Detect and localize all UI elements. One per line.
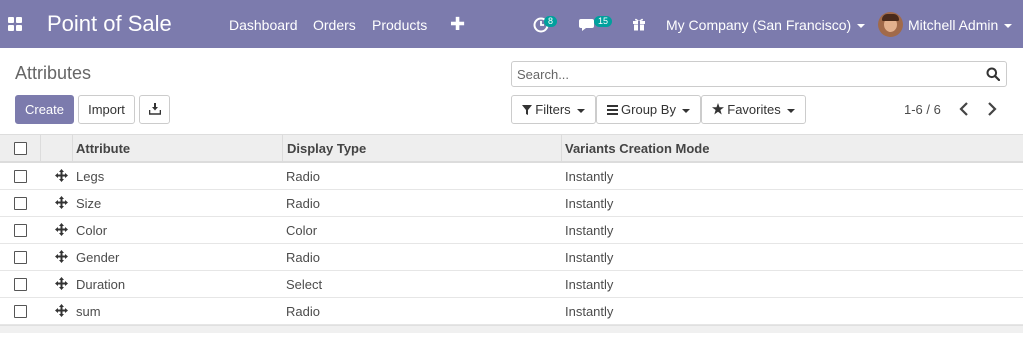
drag-handle-icon[interactable] xyxy=(55,250,68,263)
cell-attribute: Duration xyxy=(76,277,126,292)
cell-variants-creation-mode: Instantly xyxy=(565,250,614,265)
menu-orders[interactable]: Orders xyxy=(313,17,356,33)
favorites-label: Favorites xyxy=(727,102,781,117)
drag-handle-icon[interactable] xyxy=(55,277,68,290)
drag-handle-icon[interactable] xyxy=(55,169,68,182)
gift-menu[interactable] xyxy=(632,14,648,34)
filters-label: Filters xyxy=(535,102,571,117)
drag-handle-icon[interactable] xyxy=(55,223,68,236)
activity-badge: 8 xyxy=(544,16,558,27)
search-icon[interactable] xyxy=(986,67,1000,81)
breadcrumb: Attributes xyxy=(15,63,92,83)
group-by-button[interactable]: Group By xyxy=(596,95,701,124)
list-icon xyxy=(607,105,619,115)
chevron-right-icon[interactable] xyxy=(985,101,999,117)
row-checkbox[interactable] xyxy=(14,170,27,183)
cell-attribute: Legs xyxy=(76,169,105,184)
app-brand[interactable]: Point of Sale xyxy=(47,10,172,38)
table-row[interactable]: Legs Radio Instantly xyxy=(0,163,1023,190)
import-button[interactable]: Import xyxy=(78,95,135,124)
table-row[interactable]: Color Color Instantly xyxy=(0,217,1023,244)
cell-display-type: Radio xyxy=(286,169,320,184)
messages-badge: 15 xyxy=(594,16,613,27)
search-input[interactable] xyxy=(517,62,977,86)
search-box xyxy=(511,61,1007,87)
row-checkbox[interactable] xyxy=(14,224,27,237)
chevron-down-icon xyxy=(1004,24,1013,29)
select-all-checkbox[interactable] xyxy=(14,142,27,155)
filters-button[interactable]: Filters xyxy=(511,95,596,124)
filter-icon xyxy=(522,105,533,115)
cell-attribute: Size xyxy=(76,196,102,211)
chevron-left-icon[interactable] xyxy=(957,101,971,117)
drag-handle-icon[interactable] xyxy=(55,196,68,209)
favorites-button[interactable]: Favorites xyxy=(701,95,806,124)
group-by-label: Group By xyxy=(621,102,676,117)
cell-attribute: sum xyxy=(76,304,101,319)
table-row[interactable]: sum Radio Instantly xyxy=(0,298,1023,325)
cell-variants-creation-mode: Instantly xyxy=(565,223,614,238)
user-name: Mitchell Admin xyxy=(908,17,999,33)
cell-variants-creation-mode: Instantly xyxy=(565,169,614,184)
chevron-down-icon xyxy=(857,24,866,29)
cell-display-type: Radio xyxy=(286,196,320,211)
column-header-display-type[interactable]: Display Type xyxy=(287,141,366,157)
table-row[interactable]: Size Radio Instantly xyxy=(0,190,1023,217)
activity-menu[interactable]: 8 xyxy=(533,14,559,34)
row-checkbox[interactable] xyxy=(14,305,27,318)
cell-variants-creation-mode: Instantly xyxy=(565,304,614,319)
company-switcher[interactable]: My Company (San Francisco) xyxy=(666,17,866,33)
apps-menu-icon[interactable] xyxy=(8,17,22,31)
export-button[interactable] xyxy=(139,95,170,124)
cell-attribute: Color xyxy=(76,223,108,238)
create-button[interactable]: Create xyxy=(15,95,74,124)
company-name: My Company (San Francisco) xyxy=(666,17,852,33)
download-icon xyxy=(149,103,161,115)
avatar[interactable] xyxy=(878,12,903,37)
cell-attribute: Gender xyxy=(76,250,120,265)
pager-value[interactable]: 1-6 / 6 xyxy=(904,102,941,118)
menu-dashboard[interactable]: Dashboard xyxy=(229,17,298,33)
cell-variants-creation-mode: Instantly xyxy=(565,277,614,292)
cell-display-type: Color xyxy=(286,223,318,238)
row-checkbox[interactable] xyxy=(14,278,27,291)
user-menu[interactable]: Mitchell Admin xyxy=(908,17,1013,33)
messaging-menu[interactable]: 15 xyxy=(579,14,613,34)
table-row[interactable]: Duration Select Instantly xyxy=(0,271,1023,298)
menu-products[interactable]: Products xyxy=(372,17,427,33)
caret-down-icon xyxy=(681,108,690,113)
star-icon xyxy=(712,103,725,115)
cell-variants-creation-mode: Instantly xyxy=(565,196,614,211)
gift-icon xyxy=(633,18,645,31)
plus-icon[interactable]: ✚ xyxy=(450,15,465,33)
cell-display-type: Radio xyxy=(286,304,320,319)
cell-display-type: Radio xyxy=(286,250,320,265)
caret-down-icon xyxy=(786,108,795,113)
table-row[interactable]: Gender Radio Instantly xyxy=(0,244,1023,271)
top-navbar: Point of Sale Dashboard Orders Products … xyxy=(0,0,1023,48)
row-checkbox[interactable] xyxy=(14,251,27,264)
drag-handle-icon[interactable] xyxy=(55,304,68,317)
column-header-variants-creation-mode[interactable]: Variants Creation Mode xyxy=(565,141,709,157)
row-checkbox[interactable] xyxy=(14,197,27,210)
cell-display-type: Select xyxy=(286,277,323,292)
caret-down-icon xyxy=(576,108,585,113)
column-header-attribute[interactable]: Attribute xyxy=(76,141,130,157)
table-footer xyxy=(0,325,1023,333)
table-header: Attribute Display Type Variants Creation… xyxy=(0,134,1023,163)
